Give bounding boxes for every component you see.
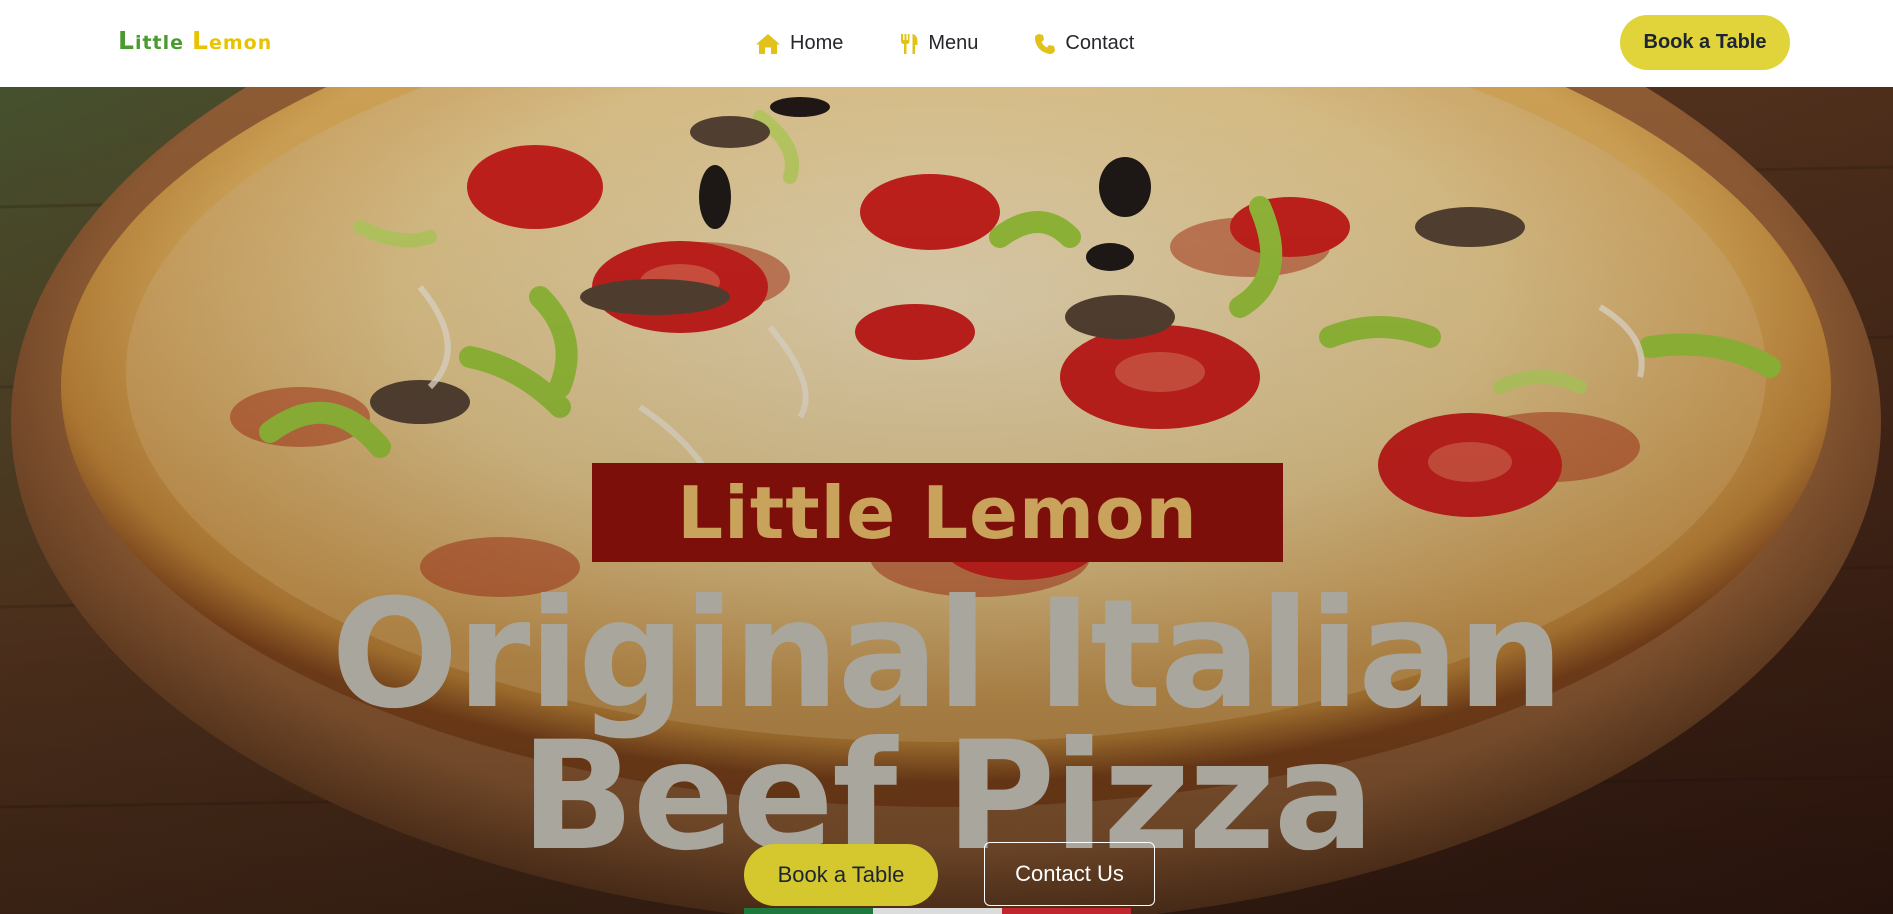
flag-white [873,908,1002,914]
hero-headline: Original Italian Beef Pizza [0,568,1893,884]
logo-word2-rest: emon [208,32,273,54]
logo-word1-cap: L [118,26,135,55]
main-nav: Home Menu Contact [755,0,1134,87]
hero-section: Little Lemon Original Italian Beef Pizza… [0,87,1893,914]
home-icon [755,33,781,55]
nav-item-menu-label: Menu [928,32,979,54]
utensils-icon [899,33,919,55]
nav-item-contact-label: Contact [1065,32,1135,54]
contact-us-button[interactable]: Contact Us [984,842,1155,906]
logo[interactable]: L ittle L emon [118,24,273,55]
site-header: L ittle L emon Home Menu Contact Book a … [0,0,1893,87]
flag-green [744,908,873,914]
logo-word2-cap: L [192,26,209,55]
nav-item-contact[interactable]: Contact [1034,32,1134,55]
logo-word1-rest: ittle [134,32,185,54]
italian-flag-strip [744,908,1131,914]
book-table-button[interactable]: Book a Table [744,844,938,906]
headline-line1: Original Italian [331,568,1564,742]
flag-red [1002,908,1131,914]
brand-title: Little Lemon [677,470,1198,555]
book-table-header-button[interactable]: Book a Table [1620,15,1790,70]
nav-item-home[interactable]: Home [755,32,843,55]
nav-item-home-label: Home [790,32,844,54]
headline-line2: Beef Pizza [520,710,1374,884]
brand-banner: Little Lemon [592,463,1283,562]
phone-icon [1034,33,1056,55]
nav-item-menu[interactable]: Menu [899,32,978,55]
